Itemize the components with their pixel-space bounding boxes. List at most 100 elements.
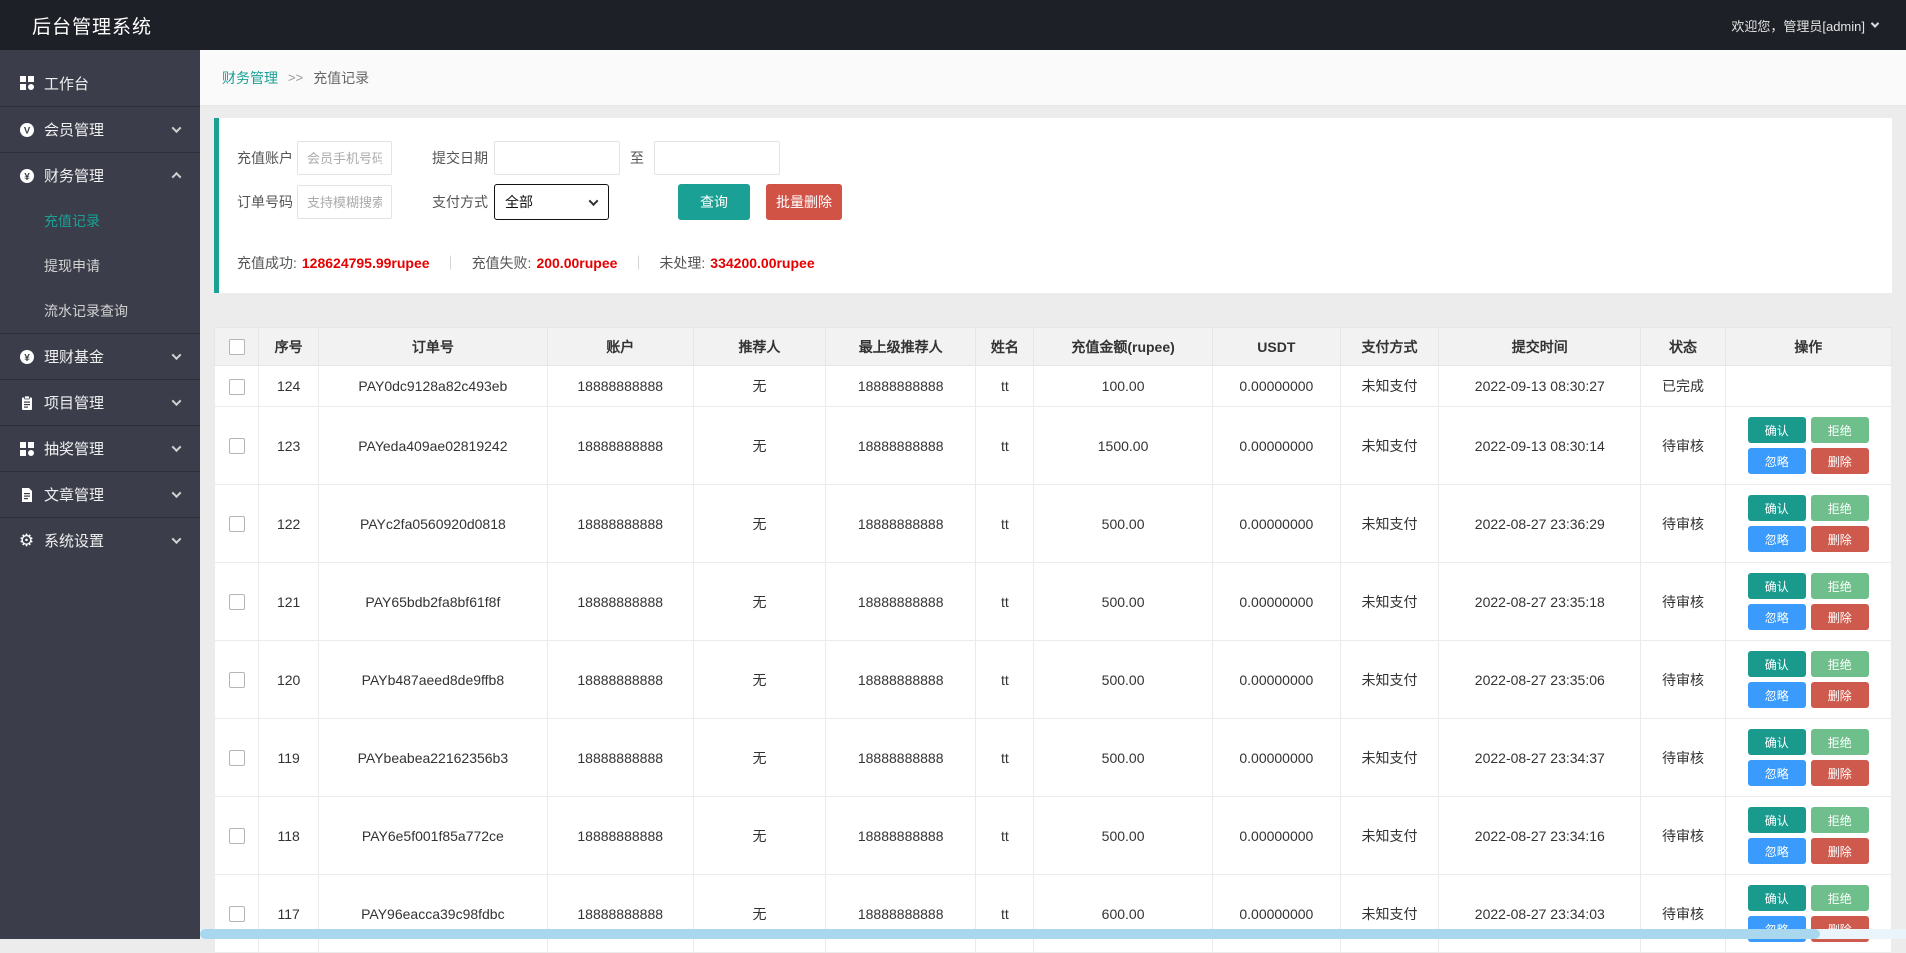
cell-pay-method: 未知支付: [1340, 366, 1438, 407]
select-all-checkbox[interactable]: [229, 339, 245, 355]
reject-button[interactable]: 拒绝: [1811, 885, 1869, 911]
stat-pending-label: 未处理:: [659, 253, 705, 273]
member-icon: V: [18, 121, 35, 138]
row-checkbox[interactable]: [229, 379, 245, 395]
row-checkbox[interactable]: [229, 828, 245, 844]
cell-order-no: PAYbeabea22162356b3: [319, 719, 547, 797]
sidebar-item-settings[interactable]: ⚙ 系统设置: [0, 517, 200, 563]
cell-usdt: 0.00000000: [1212, 407, 1340, 485]
reject-button[interactable]: 拒绝: [1811, 807, 1869, 833]
reject-button[interactable]: 拒绝: [1811, 729, 1869, 755]
cell-id: 117: [259, 875, 319, 953]
row-checkbox[interactable]: [229, 516, 245, 532]
delete-button[interactable]: 删除: [1811, 760, 1869, 786]
cell-submit-time: 2022-09-13 08:30:27: [1439, 366, 1641, 407]
table-row: 120 PAYb487aeed8de9ffb8 18888888888 无 18…: [215, 641, 1892, 719]
cell-actions: 确认 拒绝 忽略 删除: [1725, 641, 1891, 719]
batch-delete-button[interactable]: 批量删除: [766, 184, 842, 220]
cell-submit-time: 2022-08-27 23:35:06: [1439, 641, 1641, 719]
row-checkbox[interactable]: [229, 750, 245, 766]
delete-button[interactable]: 删除: [1811, 526, 1869, 552]
row-checkbox[interactable]: [229, 906, 245, 922]
confirm-button[interactable]: 确认: [1748, 885, 1806, 911]
table-header-row: 序号订单号账户推荐人最上级推荐人姓名充值金额(rupee)USDT支付方式提交时…: [215, 328, 1892, 366]
account-input[interactable]: [297, 141, 392, 175]
ignore-button[interactable]: 忽略: [1748, 682, 1806, 708]
sidebar-item-transaction-query[interactable]: 流水记录查询: [0, 288, 200, 333]
confirm-button[interactable]: 确认: [1748, 417, 1806, 443]
filter-panel: 充值账户 提交日期 至 订单号码 支付方式 全部 查询 批量删除 充值成功: 1…: [214, 118, 1892, 293]
confirm-button[interactable]: 确认: [1748, 729, 1806, 755]
horizontal-scrollbar[interactable]: [200, 929, 1906, 939]
status-text: 待审核: [1641, 485, 1725, 563]
chevron-down-icon: [172, 350, 182, 360]
cell-referrer: 无: [693, 563, 825, 641]
sidebar-item-withdraw-requests[interactable]: 提现申请: [0, 243, 200, 288]
chevron-down-icon: [172, 488, 182, 498]
user-menu[interactable]: 欢迎您，管理员[admin]: [1731, 16, 1906, 35]
date-to-input[interactable]: [654, 141, 780, 175]
row-checkbox[interactable]: [229, 672, 245, 688]
scrollbar-thumb[interactable]: [200, 929, 1820, 939]
ignore-button[interactable]: 忽略: [1748, 448, 1806, 474]
cell-name: tt: [976, 366, 1034, 407]
row-checkbox[interactable]: [229, 438, 245, 454]
ignore-button[interactable]: 忽略: [1748, 604, 1806, 630]
clipboard-icon: [18, 394, 35, 411]
chevron-down-icon: [172, 442, 182, 452]
delete-button[interactable]: 删除: [1811, 682, 1869, 708]
ignore-button[interactable]: 忽略: [1748, 838, 1806, 864]
sidebar-item-lottery[interactable]: 抽奖管理: [0, 425, 200, 471]
order-input[interactable]: [297, 185, 392, 219]
confirm-button[interactable]: 确认: [1748, 651, 1806, 677]
sidebar-item-finance[interactable]: ¥ 财务管理: [0, 152, 200, 198]
pay-method-select[interactable]: 全部: [494, 184, 609, 220]
confirm-button[interactable]: 确认: [1748, 807, 1806, 833]
svg-text:¥: ¥: [24, 172, 30, 183]
delete-button[interactable]: 删除: [1811, 838, 1869, 864]
ignore-button[interactable]: 忽略: [1748, 760, 1806, 786]
table-body: 124 PAY0dc9128a82c493eb 18888888888 无 18…: [215, 366, 1892, 953]
cell-usdt: 0.00000000: [1212, 485, 1340, 563]
document-icon: [18, 486, 35, 503]
chevron-down-icon: [1871, 19, 1879, 27]
sidebar-item-wealth-fund[interactable]: ¥ 理财基金: [0, 333, 200, 379]
stat-fail-value: 200.00rupee: [536, 255, 617, 271]
confirm-button[interactable]: 确认: [1748, 573, 1806, 599]
delete-button[interactable]: 删除: [1811, 448, 1869, 474]
reject-button[interactable]: 拒绝: [1811, 573, 1869, 599]
date-from-input[interactable]: [494, 141, 620, 175]
cell-usdt: 0.00000000: [1212, 563, 1340, 641]
reject-button[interactable]: 拒绝: [1811, 495, 1869, 521]
cell-referrer: 无: [693, 641, 825, 719]
sidebar-item-workbench[interactable]: 工作台: [0, 60, 200, 106]
sidebar-item-recharge-records[interactable]: 充值记录: [0, 198, 200, 243]
cell-usdt: 0.00000000: [1212, 797, 1340, 875]
breadcrumb-parent-link[interactable]: 财务管理: [222, 68, 278, 88]
search-button[interactable]: 查询: [678, 184, 750, 220]
sidebar-item-projects[interactable]: 项目管理: [0, 379, 200, 425]
main-content: 财务管理 >> 充值记录 充值账户 提交日期 至 订单号码 支付方式 全部 查询…: [200, 50, 1906, 939]
cell-amount: 1500.00: [1034, 407, 1212, 485]
cell-id: 124: [259, 366, 319, 407]
confirm-button[interactable]: 确认: [1748, 495, 1806, 521]
column-header: 支付方式: [1340, 328, 1438, 366]
row-checkbox[interactable]: [229, 594, 245, 610]
cell-amount: 500.00: [1034, 563, 1212, 641]
delete-button[interactable]: 删除: [1811, 604, 1869, 630]
chevron-down-icon: [172, 123, 182, 133]
reject-button[interactable]: 拒绝: [1811, 417, 1869, 443]
cell-id: 120: [259, 641, 319, 719]
ignore-button[interactable]: 忽略: [1748, 526, 1806, 552]
row-select-cell: [215, 641, 259, 719]
row-select-cell: [215, 407, 259, 485]
sidebar-item-members[interactable]: V 会员管理: [0, 106, 200, 152]
column-header: 充值金额(rupee): [1034, 328, 1212, 366]
reject-button[interactable]: 拒绝: [1811, 651, 1869, 677]
sidebar-item-articles[interactable]: 文章管理: [0, 471, 200, 517]
cell-top-referrer: 18888888888: [826, 797, 976, 875]
cell-account: 18888888888: [547, 485, 693, 563]
cell-referrer: 无: [693, 719, 825, 797]
cell-pay-method: 未知支付: [1340, 797, 1438, 875]
cell-account: 18888888888: [547, 641, 693, 719]
